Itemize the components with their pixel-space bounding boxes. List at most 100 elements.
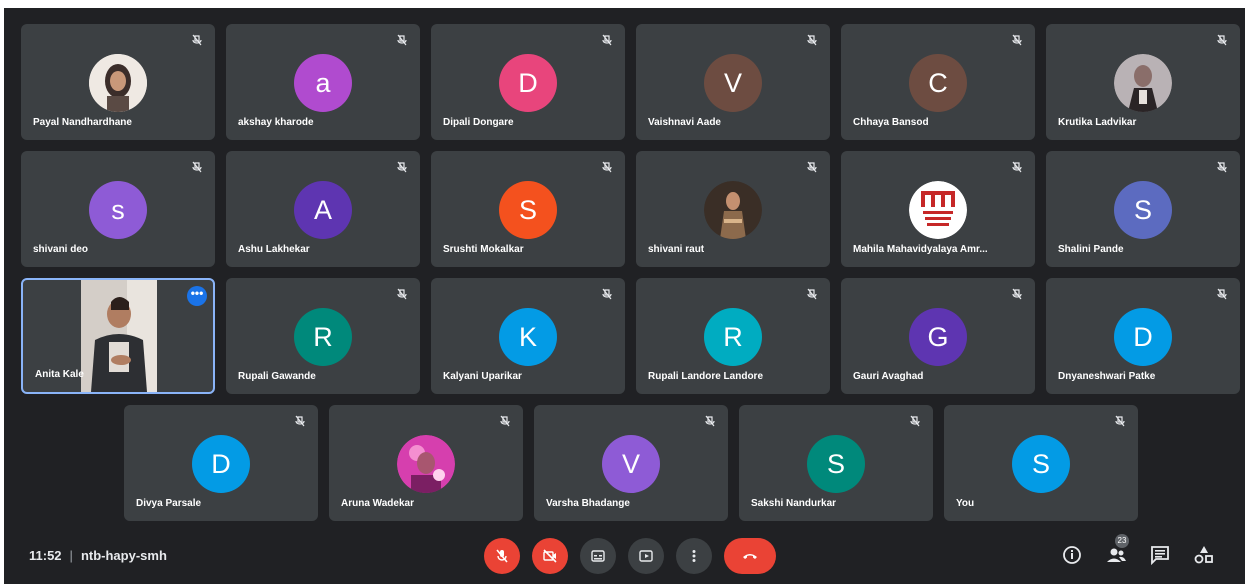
captions-icon [591,550,605,562]
mic-off-icon [601,288,613,300]
participant-tile[interactable]: V Vaishnavi Aade [636,24,830,140]
participant-tile[interactable]: A Ashu Lakhekar [226,151,420,267]
mic-off-icon [1011,34,1023,46]
participant-name: Divya Parsale [136,498,202,509]
participant-tile[interactable]: Payal Nandhardhane [21,24,215,140]
avatar: s [89,181,147,239]
avatar [397,435,455,493]
meeting-details-button[interactable] [1061,544,1083,566]
avatar: a [294,54,352,112]
participant-tile[interactable]: G Gauri Avaghad [841,278,1035,394]
participant-tile[interactable]: S Sakshi Nandurkar [739,405,933,521]
camera-toggle-button[interactable] [532,538,568,574]
more-vert-icon [692,550,696,562]
avatar: S [807,435,865,493]
participant-tile[interactable]: shivani raut [636,151,830,267]
present-icon [639,550,653,562]
grid-row: ••• Anita Kale R Rupali Gawande K Kalyan… [4,278,1245,394]
captions-button[interactable] [580,538,616,574]
participant-tile[interactable]: D Divya Parsale [124,405,318,521]
mic-off-icon [909,415,921,427]
avatar: R [704,308,762,366]
end-call-button[interactable] [724,538,776,574]
avatar: C [909,54,967,112]
participant-tile[interactable]: R Rupali Gawande [226,278,420,394]
mic-off-icon [294,415,306,427]
meeting-separator: | [69,548,73,563]
avatar [89,54,147,112]
meeting-code: ntb-hapy-smh [80,548,167,563]
avatar: V [704,54,762,112]
avatar [909,181,967,239]
activities-button[interactable] [1193,544,1215,566]
avatar [704,181,762,239]
participant-tile[interactable]: a akshay kharode [226,24,420,140]
participant-tile[interactable]: V Varsha Bhadange [534,405,728,521]
participant-tile[interactable]: R Rupali Landore Landore [636,278,830,394]
participant-tile[interactable]: Aruna Wadekar [329,405,523,521]
avatar [1114,54,1172,112]
avatar: R [294,308,352,366]
mic-off-icon [1011,161,1023,173]
participant-tile[interactable]: Mahila Mahavidyalaya Amr... [841,151,1035,267]
participant-name: Rupali Gawande [238,371,316,382]
participant-tile[interactable]: D Dnyaneshwari Patke [1046,278,1240,394]
participant-name: Krutika Ladvikar [1058,117,1137,128]
mic-off-icon [1216,34,1228,46]
participant-name: Rupali Landore Landore [648,371,764,382]
participant-tile[interactable]: Krutika Ladvikar [1046,24,1240,140]
participant-name: Ashu Lakhekar [238,244,310,255]
mic-toggle-button[interactable] [484,538,520,574]
info-icon [1063,546,1081,564]
participant-name: Srushti Mokalkar [443,244,524,255]
participant-name: Kalyani Uparikar [443,371,522,382]
mic-off-icon [1011,288,1023,300]
present-button[interactable] [628,538,664,574]
avatar: D [192,435,250,493]
mic-off-icon [1114,415,1126,427]
avatar: V [602,435,660,493]
participant-tile[interactable]: C Chhaya Bansod [841,24,1035,140]
avatar: A [294,181,352,239]
chat-button[interactable] [1149,544,1171,566]
meeting-time: 11:52 [29,548,62,563]
avatar: S [499,181,557,239]
side-controls: 23 [1047,534,1227,570]
participant-name: Mahila Mahavidyalaya Amr... [853,244,988,255]
participant-count-badge: 23 [1115,534,1129,548]
participant-name: Dipali Dongare [443,117,514,128]
participant-name: You [956,498,975,509]
activities-icon [1194,546,1213,564]
end-call-icon [743,554,757,559]
participant-name: shivani deo [33,244,89,255]
participant-tile[interactable]: S Srushti Mokalkar [431,151,625,267]
mic-off-icon [499,415,511,427]
mic-off-icon [806,288,818,300]
grid-row: D Divya Parsale Aruna Wadekar V Varsha B… [4,405,1245,521]
mic-off-icon [191,161,203,173]
participant-name: Shalini Pande [1058,244,1124,255]
bottom-toolbar: 11:52 | ntb-hapy-smh 23 [4,528,1245,584]
more-options-icon[interactable]: ••• [187,286,207,306]
participant-tile[interactable]: D Dipali Dongare [431,24,625,140]
mic-off-icon [496,549,508,563]
avatar: D [1114,308,1172,366]
participant-tile[interactable]: K Kalyani Uparikar [431,278,625,394]
participant-name: Anita Kale [35,369,84,380]
participant-name: shivani raut [648,244,705,255]
more-options-button[interactable] [676,538,712,574]
camera-off-icon [543,549,557,563]
participant-name: Vaishnavi Aade [648,117,721,128]
grid-row: Payal Nandhardhane a akshay kharode D Di… [4,24,1245,140]
people-button[interactable]: 23 [1105,534,1129,566]
grid-row: s shivani deo A Ashu Lakhekar S Srushti … [4,151,1245,267]
mic-off-icon [601,161,613,173]
participant-tile[interactable]: s shivani deo [21,151,215,267]
participant-name: Chhaya Bansod [853,117,929,128]
participant-tile-self[interactable]: S You [944,405,1138,521]
participant-name: Sakshi Nandurkar [751,498,837,509]
participant-tile-active[interactable]: ••• Anita Kale [21,278,215,394]
participant-tile[interactable]: S Shalini Pande [1046,151,1240,267]
chat-icon [1151,546,1169,566]
mic-off-icon [806,34,818,46]
